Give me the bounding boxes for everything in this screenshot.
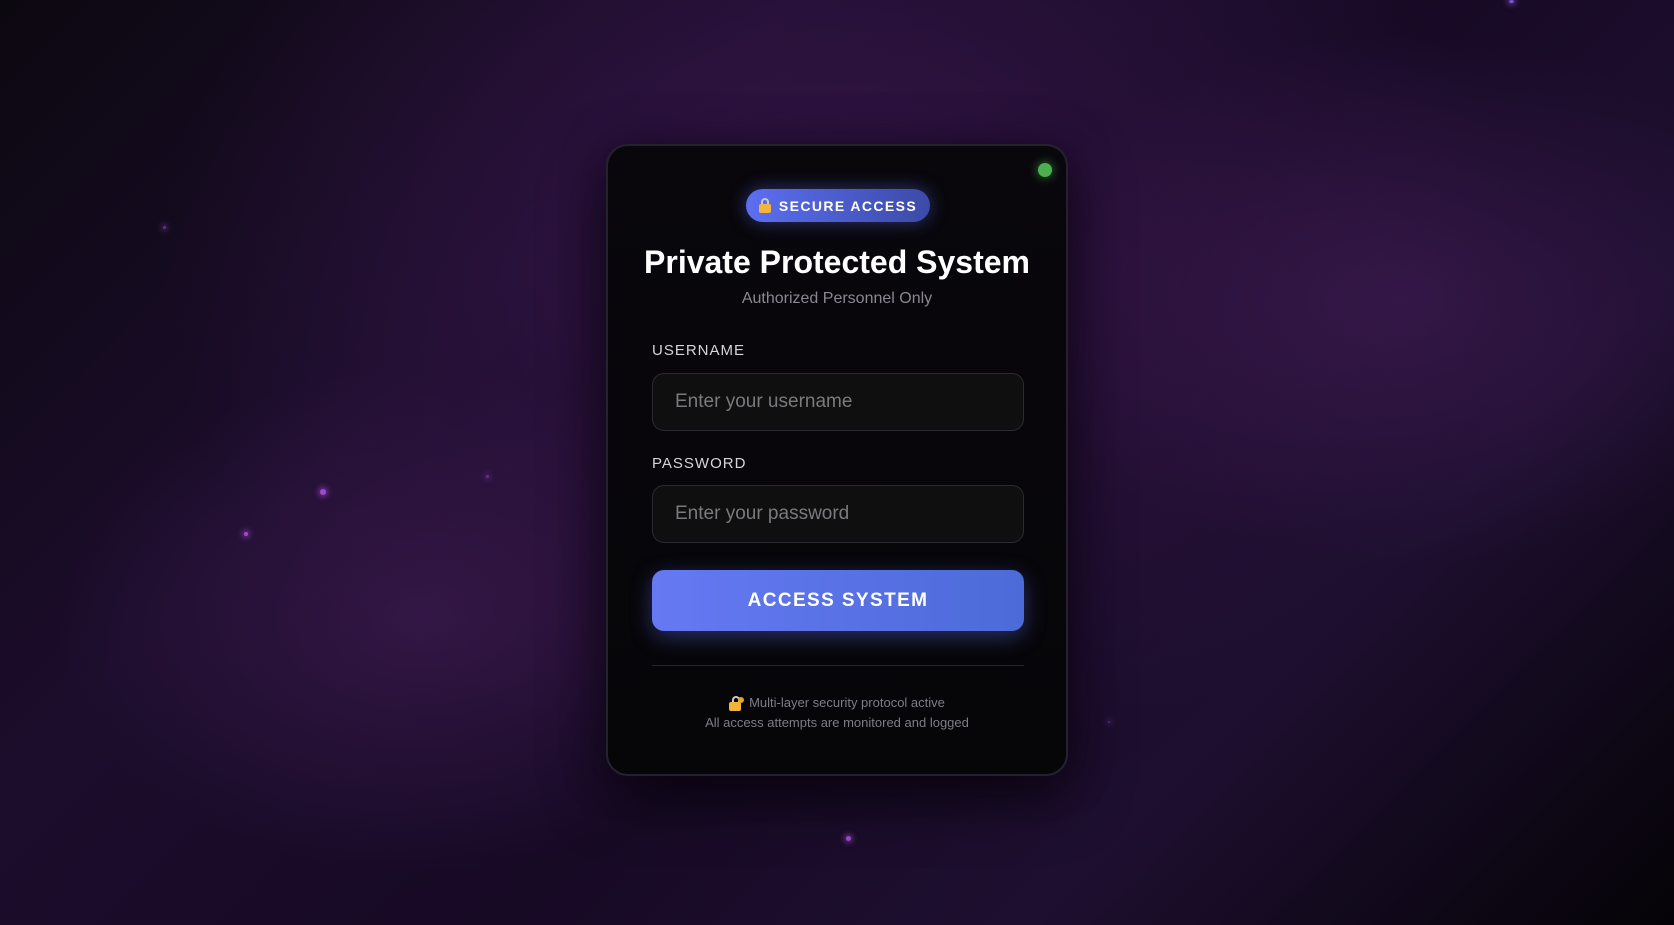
- access-system-button[interactable]: ACCESS SYSTEM: [652, 570, 1024, 631]
- badge-label: SECURE ACCESS: [778, 197, 918, 214]
- security-notice: Multi-layer security protocol active: [608, 693, 1066, 713]
- secure-access-badge: SECURE ACCESS: [746, 189, 930, 222]
- background-particle: [846, 836, 851, 841]
- background-particle: [1509, 0, 1514, 3]
- username-label: USERNAME: [652, 342, 746, 359]
- background-particle: [1108, 721, 1110, 723]
- lock-icon: [758, 198, 771, 213]
- page-title: Private Protected System: [644, 244, 1030, 280]
- monitoring-notice: All access attempts are monitored and lo…: [705, 715, 969, 730]
- divider: [652, 665, 1024, 666]
- status-indicator-dot: [1038, 163, 1052, 177]
- password-input[interactable]: [652, 485, 1024, 543]
- background-particle: [163, 226, 166, 229]
- background-particle: [244, 532, 248, 536]
- login-card: SECURE ACCESS Private Protected System A…: [606, 144, 1068, 776]
- lock-with-key-icon: [729, 695, 745, 711]
- page-subtitle: Authorized Personnel Only: [741, 290, 933, 307]
- background-particle: [320, 489, 326, 495]
- username-input[interactable]: [652, 373, 1024, 431]
- security-notice-text: Multi-layer security protocol active: [749, 695, 945, 710]
- password-label: PASSWORD: [652, 455, 747, 472]
- background-particle: [486, 475, 489, 478]
